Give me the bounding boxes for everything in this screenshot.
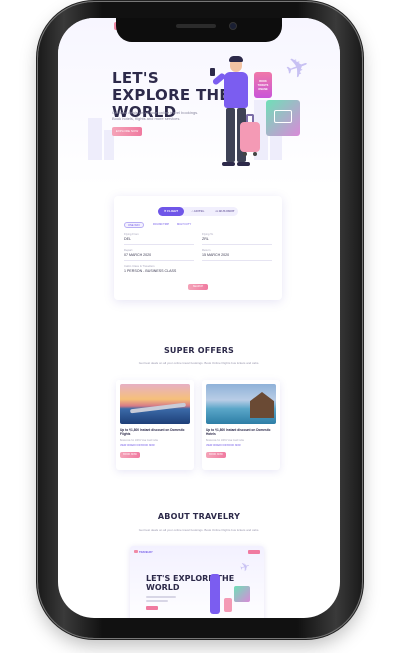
offers-subtitle: Get best deals on all your online travel… [138, 361, 260, 365]
explore-now-button[interactable]: EXPLORE NOW [112, 127, 142, 136]
return-value: 15 MARCH 2020 [202, 253, 230, 257]
credit-card-icon [274, 110, 292, 123]
preview-logo-icon [134, 550, 138, 553]
suitcase-wheel [243, 152, 247, 156]
notch [116, 18, 282, 42]
trip-one-way[interactable]: ONE WAY [124, 222, 144, 228]
preview-cta [146, 606, 158, 610]
preview-logo-text: TRAVELRY [139, 551, 153, 554]
preview-text-line [146, 596, 176, 598]
trip-round-trip[interactable]: ROUND TRIP [150, 222, 172, 228]
preview-text-line [146, 600, 168, 602]
preview-card [234, 586, 250, 602]
offers-title: SUPER OFFERS [163, 346, 235, 355]
suitcase-handle [246, 114, 254, 122]
field-divider [202, 244, 272, 245]
book-now-button[interactable]: BOOK NOW [206, 452, 226, 458]
tab-flight[interactable]: ✈ FLIGHT [158, 207, 184, 216]
tab-bus-rent[interactable]: ▭ BUS RENT [212, 207, 238, 216]
depart-field[interactable]: Depart 07 MARCH 2020 [124, 248, 194, 261]
suitcase-wheel [253, 152, 257, 156]
flying-from-value: DEL [124, 237, 131, 241]
travellers-field[interactable]: Cabin Class & Travellers 1 PERSON - BUSI… [124, 264, 176, 273]
book-now-button[interactable]: BOOK NOW [120, 452, 140, 458]
booking-tabs: ✈ FLIGHT ⌂ HOTEL ▭ BUS RENT [158, 207, 238, 216]
about-subtitle: Get best deals on all your online travel… [138, 528, 260, 532]
traveler-shoe [222, 162, 235, 166]
flying-from-label: Flying From [124, 232, 139, 236]
tab-bus-rent-label: BUS RENT [219, 209, 235, 213]
traveler-shoe [237, 162, 250, 166]
traveler-leg [226, 108, 235, 162]
offer-image-airplane-sunset [120, 384, 190, 424]
about-title: ABOUT TRAVELRY [157, 512, 241, 521]
preview-airplane-icon: ✈ [237, 558, 253, 576]
about-preview-screenshot: TRAVELRY ✈ LET'S EXPLORE THE WORLD [130, 546, 264, 618]
ticket-card: BOOK TICKETS ONLINE [254, 72, 272, 98]
travellers-value: 1 PERSON - BUSINESS CLASS [124, 269, 177, 273]
suitcase-icon [240, 114, 260, 156]
booking-widget: ✈ FLIGHT ⌂ HOTEL ▭ BUS RENT ONE WAY ROUN… [114, 196, 282, 300]
trip-multi-city[interactable]: MULTI CITY [174, 222, 194, 228]
flying-from-field[interactable]: Flying From DEL [124, 232, 194, 245]
hero-section: LET'S EXPLORE THE WORLD Get best deals o… [58, 18, 340, 188]
return-label: Return [202, 248, 211, 252]
search-button[interactable]: SEARCH [188, 284, 208, 290]
preview-title: LET'S EXPLORE THE WORLD [146, 574, 235, 592]
offer-title: Up to ₹1,800 Instant discount on Domesti… [206, 428, 271, 437]
tab-hotel[interactable]: ⌂ HOTEL [186, 207, 210, 216]
offer-image-pool-resort [206, 384, 276, 424]
airplane-icon: ✈ [281, 48, 314, 87]
field-divider [202, 260, 272, 261]
offer-link[interactable]: VIEW OFFER FOR BOOK NOW [206, 444, 241, 447]
preview-button [248, 550, 260, 554]
speaker-grille [176, 24, 216, 28]
payment-card-illustration [266, 100, 300, 136]
depart-label: Depart [124, 248, 133, 252]
offer-meta: Bookcode for 100% Visa Card India [120, 439, 158, 442]
field-divider [124, 260, 194, 261]
tab-flight-label: FLIGHT [167, 209, 179, 213]
return-field[interactable]: Return 15 MARCH 2020 [202, 248, 272, 261]
offer-link[interactable]: VIEW OFFER FOR BOOK NOW [120, 444, 155, 447]
city-skyline [88, 118, 102, 160]
traveler-hair [229, 56, 243, 62]
camera-icon [229, 22, 237, 30]
flying-to-label: Flying To [202, 232, 214, 236]
smartphone-icon [210, 68, 215, 76]
phone-screen: LET'S EXPLORE THE WORLD Get best deals o… [58, 18, 340, 618]
traveler-body [224, 72, 248, 108]
depart-value: 07 MARCH 2020 [124, 253, 152, 257]
flying-to-field[interactable]: Flying To ZRL [202, 232, 272, 245]
travellers-label: Cabin Class & Travellers [124, 264, 155, 268]
preview-logo: TRAVELRY [134, 550, 153, 554]
tab-hotel-label: HOTEL [194, 209, 205, 213]
offer-meta: Bookcode for 100% Visa Card India [206, 439, 244, 442]
hero-description: Get best deals on all your online travel… [112, 110, 199, 121]
preview-suitcase-icon [224, 598, 232, 612]
flying-to-value: ZRL [202, 237, 209, 241]
offer-title: Up to ₹1,800 Instant discount on Domesti… [120, 428, 185, 437]
preview-traveler [210, 574, 220, 614]
field-divider [124, 244, 194, 245]
offer-card[interactable]: Up to ₹1,800 Instant discount on Domesti… [202, 380, 280, 470]
offer-card[interactable]: Up to ₹1,800 Instant discount on Domesti… [116, 380, 194, 470]
